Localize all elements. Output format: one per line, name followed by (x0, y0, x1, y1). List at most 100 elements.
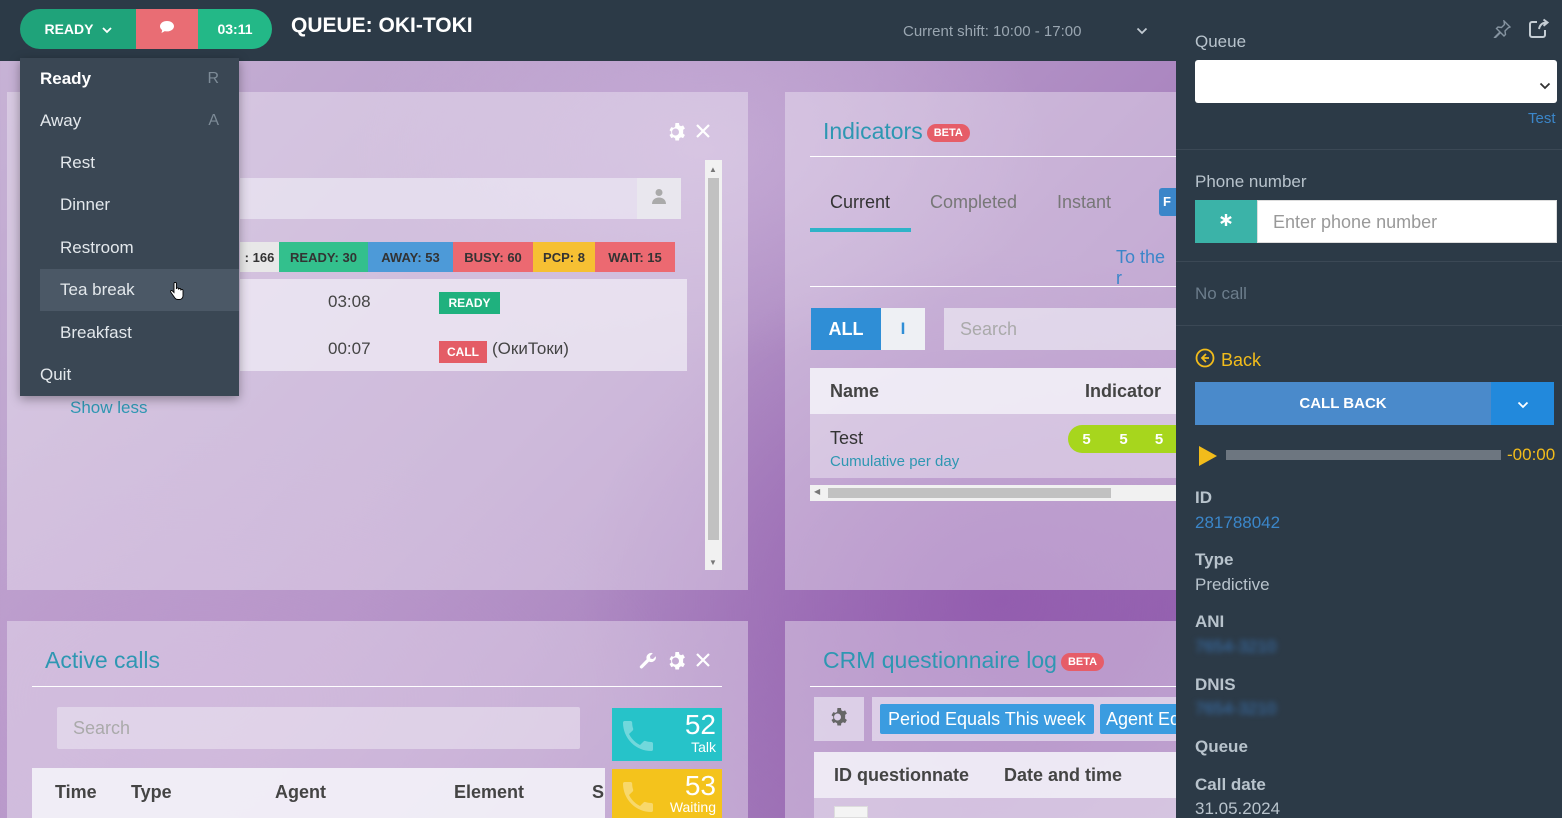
dialpad-button[interactable] (1195, 200, 1257, 243)
table-row[interactable] (814, 798, 1176, 818)
panel-title: Active calls (45, 647, 161, 673)
chip-busy[interactable]: BUSY: 60 (453, 242, 533, 272)
ani-label: ANI (1195, 612, 1225, 631)
play-icon[interactable] (1198, 445, 1218, 472)
scrollbar-thumb[interactable] (828, 488, 1111, 498)
audio-progress-bar[interactable] (1226, 450, 1501, 460)
chip-away[interactable]: AWAY: 53 (368, 242, 453, 272)
menu-item-tea-break[interactable]: Tea break (40, 269, 239, 311)
indicators-search-input[interactable]: Search (944, 308, 1176, 350)
talk-label: Talk (691, 739, 716, 755)
menu-item-away[interactable]: Away A (20, 100, 239, 142)
dnis-value: 7654-3210 (1195, 699, 1277, 718)
row-time: 00:07 (328, 339, 371, 358)
close-icon[interactable] (695, 123, 711, 144)
hand-cursor-icon (170, 281, 184, 307)
queue-test-link[interactable]: Test (1528, 110, 1556, 127)
chat-button[interactable] (136, 9, 198, 49)
col-element: Element (454, 782, 525, 802)
call-back-dropdown[interactable] (1491, 382, 1554, 425)
divider (810, 156, 1176, 157)
gear-icon[interactable] (667, 651, 687, 676)
chip-pcp[interactable]: PCP: 8 (533, 242, 595, 272)
tab-active-indicator (810, 228, 911, 232)
menu-item-breakfast[interactable]: Breakfast (20, 312, 239, 354)
tab-instant[interactable]: Instant (1057, 192, 1111, 213)
chip-ready[interactable]: READY: 30 (279, 242, 368, 272)
chip-total[interactable]: : 166 (240, 242, 279, 272)
indicator-pill: 5 5 5 (1068, 425, 1176, 453)
top-bar: READY 03:11 QUEUE: OKI-TOKI Current shif… (0, 0, 1176, 61)
agents-search-input[interactable] (240, 178, 637, 219)
menu-item-shortcut: R (207, 70, 219, 87)
wrench-icon[interactable] (639, 652, 657, 675)
menu-item-quit[interactable]: Quit (20, 354, 239, 396)
col-agent: Agent (275, 782, 326, 802)
filter-chip-agent[interactable]: Agent Eq (1100, 704, 1176, 734)
talk-count: 52 (684, 709, 716, 740)
id-label: ID (1195, 488, 1212, 507)
crm-settings-button[interactable] (814, 697, 864, 741)
chevron-down-icon (1517, 394, 1529, 414)
filter-all-button[interactable]: ALL (811, 308, 881, 350)
agents-scrollbar[interactable]: ▲ ▼ (705, 160, 722, 570)
gear-icon[interactable] (667, 122, 687, 147)
to-the-link[interactable]: To the r (1116, 247, 1176, 289)
menu-item-label: Restroom (60, 238, 134, 257)
queue-title: QUEUE: OKI-TOKI (291, 14, 473, 37)
tab-current[interactable]: Current (830, 192, 890, 213)
call-date-label: Call date (1195, 775, 1266, 794)
col-type: Type (131, 782, 172, 802)
filter-i-button[interactable]: I (881, 308, 925, 350)
row-checkbox[interactable] (834, 806, 868, 818)
tab-completed[interactable]: Completed (930, 192, 1017, 213)
pin-icon[interactable] (1493, 19, 1512, 43)
status-dropdown-button[interactable]: READY (20, 9, 136, 49)
table-row[interactable]: 00:07 CALL (ОкиТоки) (240, 325, 687, 371)
menu-item-ready[interactable]: Ready R (20, 58, 239, 100)
shift-chevron-icon[interactable] (1136, 24, 1148, 38)
phone-icon (618, 716, 658, 761)
status-group: READY 03:11 (20, 9, 272, 49)
waiting-counter[interactable]: 53 Waiting (612, 769, 722, 818)
back-label: Back (1221, 350, 1262, 370)
talk-counter[interactable]: 52 Talk (612, 708, 722, 761)
user-filter-button[interactable] (637, 178, 681, 219)
close-icon[interactable] (695, 652, 711, 673)
phone-icon (618, 777, 658, 818)
active-calls-panel: Active calls Search 52 Talk 53 Waiting T… (7, 621, 748, 818)
dnis-label: DNIS (1195, 675, 1236, 694)
waiting-label: Waiting (669, 799, 716, 815)
id-value[interactable]: 281788042 (1195, 513, 1280, 533)
queue-select[interactable] (1195, 60, 1557, 103)
show-less-link[interactable]: Show less (70, 398, 147, 418)
menu-item-label: Tea break (60, 280, 135, 299)
tab-more-button[interactable]: F (1159, 188, 1176, 216)
chip-wait[interactable]: WAIT: 15 (595, 242, 675, 272)
audio-time: -00:00 (1507, 445, 1556, 464)
indicators-h-scrollbar[interactable]: ◀ (810, 485, 1176, 501)
external-link-icon[interactable] (1528, 18, 1550, 45)
divider (1176, 325, 1562, 326)
call-back-button[interactable]: CALL BACK (1195, 382, 1491, 425)
back-link[interactable]: Back (1195, 348, 1261, 373)
indicators-title: Indicators (823, 118, 923, 144)
menu-item-label: Breakfast (60, 323, 132, 342)
filter-chip-period[interactable]: Period Equals This week (880, 704, 1094, 734)
divider (1176, 261, 1562, 262)
beta-badge: BETA (926, 123, 970, 142)
menu-item-rest[interactable]: Rest (20, 142, 239, 184)
active-calls-search-input[interactable]: Search (57, 707, 580, 749)
indicator-value: 5 (1154, 430, 1164, 448)
shift-text: Current shift: 10:00 - 17:00 (903, 23, 1082, 40)
table-row[interactable]: 03:08 READY (240, 279, 687, 325)
table-row[interactable]: Test Cumulative per day 5 5 5 (810, 414, 1176, 478)
menu-item-dinner[interactable]: Dinner (20, 184, 239, 226)
menu-item-shortcut: A (208, 112, 219, 129)
active-calls-table-header: Time Type Agent Element S (32, 768, 605, 818)
phone-number-input[interactable]: Enter phone number (1257, 200, 1557, 243)
chat-bubble-icon (159, 20, 175, 39)
menu-item-restroom[interactable]: Restroom (20, 227, 239, 269)
scrollbar-thumb[interactable] (708, 178, 719, 540)
crm-table-header: ID questionnate Date and time (814, 752, 1176, 798)
